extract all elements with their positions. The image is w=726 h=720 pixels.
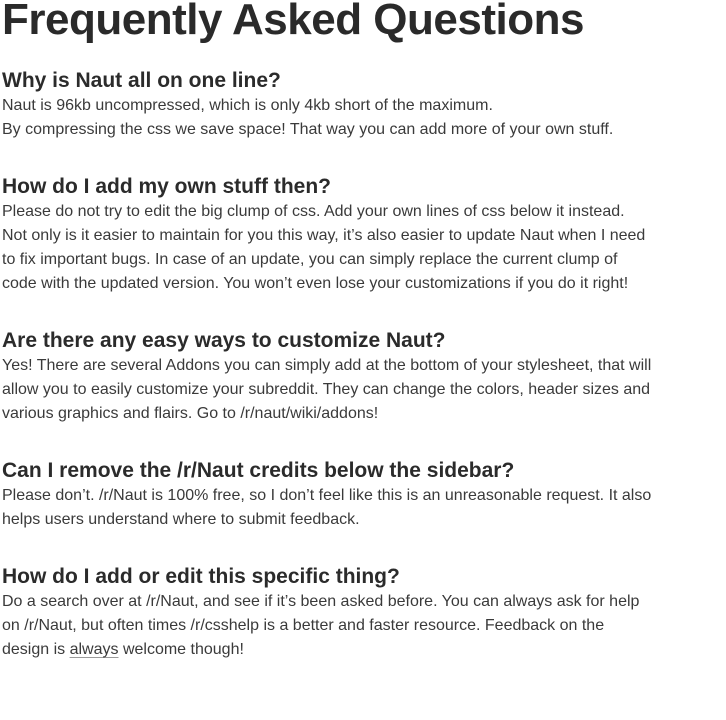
answer-line: Naut is 96kb uncompressed, which is only… [2, 97, 493, 114]
answer-line: code with the updated version. You won’t… [2, 275, 629, 292]
emphasized-word: always [69, 641, 119, 658]
answer-line: Please do not try to edit the big clump … [2, 203, 625, 220]
faq-page: Frequently Asked Questions Why is Naut a… [0, 0, 726, 720]
answer-line: on /r/Naut, but often times /r/csshelp i… [2, 617, 605, 634]
answer-line: Not only is it easier to maintain for yo… [2, 227, 646, 244]
answer-line: to fix important bugs. In case of an upd… [2, 251, 618, 268]
faq-answer: Yes! There are several Addons you can si… [2, 354, 724, 426]
faq-item: How do I add my own stuff then? Please d… [2, 174, 724, 296]
faq-answer: Do a search over at /r/Naut, and see if … [2, 590, 724, 662]
answer-line: Please don’t. /r/Naut is 100% free, so I… [2, 487, 652, 504]
faq-question: Can I remove the /r/Naut credits below t… [2, 459, 515, 482]
faq-item: Are there any easy ways to customize Nau… [2, 328, 724, 426]
answer-line: Yes! There are several Addons you can si… [2, 357, 652, 374]
faq-answer: Naut is 96kb uncompressed, which is only… [2, 94, 724, 142]
answer-line: design is always welcome though! [2, 638, 724, 662]
answer-line: allow you to easily customize your subre… [2, 381, 651, 398]
faq-question: How do I add or edit this specific thing… [2, 565, 400, 588]
answer-line: helps users understand where to submit f… [2, 511, 360, 528]
answer-line: various graphics and flairs. Go to /r/na… [2, 405, 379, 422]
page-title: Frequently Asked Questions [2, 0, 584, 44]
answer-text: welcome though! [118, 641, 244, 658]
faq-answer: Please don’t. /r/Naut is 100% free, so I… [2, 484, 724, 532]
faq-question: How do I add my own stuff then? [2, 175, 331, 198]
answer-text: design is [2, 641, 70, 658]
faq-answer: Please do not try to edit the big clump … [2, 200, 724, 296]
faq-item: How do I add or edit this specific thing… [2, 564, 724, 662]
faq-item: Can I remove the /r/Naut credits below t… [2, 458, 724, 532]
faq-question: Why is Naut all on one line? [2, 69, 281, 92]
faq-item: Why is Naut all on one line? Naut is 96k… [2, 68, 724, 142]
answer-line: Do a search over at /r/Naut, and see if … [2, 593, 640, 610]
answer-line: By compressing the css we save space! Th… [2, 121, 614, 138]
faq-question: Are there any easy ways to customize Nau… [2, 329, 446, 352]
